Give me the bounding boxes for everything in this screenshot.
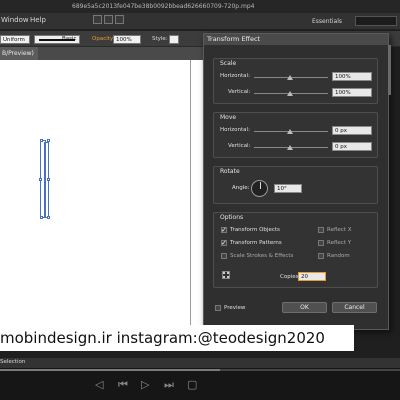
anchor-point[interactable] bbox=[40, 216, 43, 219]
move-horizontal-field[interactable]: 0 px bbox=[332, 126, 372, 135]
opacity-value: 100% bbox=[116, 37, 132, 43]
reflect-y-label: Reflect Y bbox=[327, 240, 352, 246]
video-title: 689e5a5c2013fe047be38b0092bbead626660709… bbox=[72, 3, 255, 10]
scale-horizontal-field[interactable]: 100% bbox=[332, 72, 372, 81]
scale-strokes-checkbox[interactable] bbox=[221, 253, 227, 259]
profile-select[interactable]: Uniform bbox=[0, 35, 30, 44]
move-horizontal-thumb[interactable] bbox=[287, 129, 293, 134]
preview-label: Preview bbox=[224, 305, 246, 311]
status-tool: Selection bbox=[0, 359, 26, 365]
move-horizontal-label: Horizontal: bbox=[220, 127, 250, 133]
angle-dial[interactable] bbox=[251, 180, 268, 197]
mute-icon[interactable]: ◁ bbox=[95, 378, 103, 392]
watermark-text: mobindesign.ir instagram:@teodesign2020 bbox=[0, 325, 354, 351]
bridge-icon[interactable] bbox=[93, 15, 102, 24]
menu-help[interactable]: Help bbox=[30, 16, 46, 24]
video-title-bar: 689e5a5c2013fe047be38b0092bbead626660709… bbox=[0, 0, 400, 13]
scale-horizontal-thumb[interactable] bbox=[287, 75, 293, 80]
options-title: Options bbox=[220, 214, 244, 221]
scale-section bbox=[213, 58, 378, 104]
rotate-title: Rotate bbox=[220, 168, 240, 175]
scale-title: Scale bbox=[220, 60, 237, 67]
move-section bbox=[213, 112, 378, 158]
scale-vertical-thumb[interactable] bbox=[287, 91, 293, 96]
scale-strokes-label: Scale Strokes & Effects bbox=[230, 253, 294, 259]
status-bar bbox=[0, 358, 400, 368]
anchor-point[interactable] bbox=[40, 139, 43, 142]
reflect-y-checkbox[interactable] bbox=[318, 240, 324, 246]
anchor-point[interactable] bbox=[47, 178, 50, 181]
move-vertical-thumb[interactable] bbox=[287, 145, 293, 150]
help-search-input[interactable] bbox=[355, 16, 397, 26]
check-icon: ✓ bbox=[221, 239, 227, 247]
move-vertical-field[interactable]: 0 px bbox=[332, 142, 372, 151]
menu-window[interactable]: Window bbox=[1, 16, 29, 24]
transform-patterns-label: Transform Patterns bbox=[230, 240, 282, 246]
ok-button[interactable]: OK bbox=[282, 302, 327, 313]
scale-horizontal-label: Horizontal: bbox=[220, 73, 250, 79]
screen-root: 689e5a5c2013fe047be38b0092bbead626660709… bbox=[0, 0, 400, 400]
style-swatch[interactable] bbox=[169, 35, 179, 44]
opacity-field[interactable]: 100% bbox=[113, 35, 141, 44]
angle-field[interactable]: 10° bbox=[274, 184, 302, 193]
artboard-edge bbox=[190, 60, 191, 330]
app-bar-buttons bbox=[93, 15, 124, 24]
angle-value: 10° bbox=[277, 186, 287, 192]
reflect-x-label: Reflect X bbox=[327, 227, 352, 233]
anchor-point[interactable] bbox=[47, 139, 50, 142]
previous-icon[interactable]: ⏮ bbox=[118, 378, 128, 392]
artboard-canvas[interactable] bbox=[0, 60, 210, 330]
copies-field[interactable]: 20 bbox=[298, 272, 326, 281]
layout-icon[interactable] bbox=[115, 15, 124, 24]
style-label: Style: bbox=[152, 36, 168, 42]
copies-label: Copies bbox=[280, 274, 299, 280]
random-checkbox[interactable] bbox=[318, 253, 324, 259]
scale-vertical-value: 100% bbox=[335, 90, 351, 96]
move-vertical-value: 0 px bbox=[335, 144, 347, 150]
transform-objects-label: Transform Objects bbox=[230, 227, 280, 233]
move-title: Move bbox=[220, 114, 237, 121]
preview-checkbox[interactable] bbox=[215, 305, 221, 311]
video-progress-fill bbox=[0, 369, 220, 371]
video-player-controls bbox=[0, 368, 400, 400]
opacity-label[interactable]: Opacity: bbox=[92, 36, 115, 42]
copies-value: 20 bbox=[301, 274, 308, 280]
play-icon[interactable]: ▷ bbox=[141, 378, 149, 392]
scale-vertical-label: Vertical: bbox=[228, 89, 251, 95]
scale-vertical-field[interactable]: 100% bbox=[332, 88, 372, 97]
check-icon: ✓ bbox=[221, 226, 227, 234]
brush-label: Basic bbox=[62, 36, 77, 42]
random-label: Random bbox=[327, 253, 350, 259]
reference-point-icon[interactable] bbox=[222, 271, 230, 279]
move-horizontal-value: 0 px bbox=[335, 128, 347, 134]
anchor-point[interactable] bbox=[39, 178, 42, 181]
document-tab[interactable]: B/Preview) bbox=[0, 47, 38, 60]
move-vertical-label: Vertical: bbox=[228, 143, 251, 149]
workspace-switcher[interactable]: Essentials bbox=[312, 18, 342, 25]
arrange-documents-icon[interactable] bbox=[104, 15, 113, 24]
scale-horizontal-value: 100% bbox=[335, 74, 351, 80]
anchor-point[interactable] bbox=[47, 216, 50, 219]
reflect-x-checkbox[interactable] bbox=[318, 227, 324, 233]
fullscreen-icon[interactable]: ▢ bbox=[187, 378, 197, 392]
dialog-title[interactable]: Transform Effect bbox=[204, 34, 388, 45]
profile-value: Uniform bbox=[3, 37, 25, 43]
angle-label: Angle: bbox=[232, 185, 250, 191]
next-icon[interactable]: ⏭ bbox=[164, 378, 174, 392]
cancel-button[interactable]: Cancel bbox=[332, 302, 377, 313]
dialog-scrollbar[interactable] bbox=[388, 45, 391, 95]
